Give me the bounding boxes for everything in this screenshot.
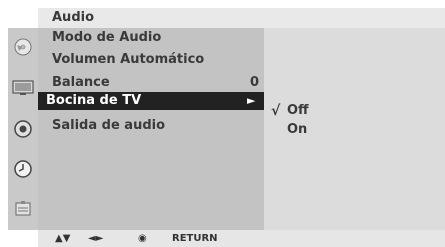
clock-icon[interactable] xyxy=(12,158,34,180)
lock-icon[interactable] xyxy=(12,198,34,220)
up-down-arrows-icon: ▲▼ xyxy=(55,233,71,244)
tv-screen-icon[interactable] xyxy=(12,77,34,99)
menu-item-volumen-automatico[interactable]: Volumen Automático xyxy=(52,51,204,68)
menu-item-bocina-de-tv[interactable]: Bocina de TV xyxy=(46,92,141,110)
option-off[interactable]: Off xyxy=(287,102,309,119)
menu-title: Audio xyxy=(52,10,95,25)
menu-item-salida-de-audio[interactable]: Salida de audio xyxy=(52,117,165,134)
audio-disc-icon[interactable] xyxy=(12,36,34,58)
balance-value: 0 xyxy=(249,75,259,90)
left-right-arrows-icon: ◄► xyxy=(88,233,104,244)
title-bar xyxy=(38,8,445,28)
sound-circle-icon[interactable] xyxy=(12,118,34,140)
option-on[interactable]: On xyxy=(287,121,307,138)
submenu-arrow-icon: ► xyxy=(247,94,256,107)
category-icon-column xyxy=(8,28,38,230)
menu-item-modo-de-audio[interactable]: Modo de Audio xyxy=(52,29,161,46)
tv-osd-screen: Audio Modo de Audio Volumen Automático B… xyxy=(0,0,445,247)
return-label: RETURN xyxy=(172,233,218,244)
check-mark-icon: √ xyxy=(271,103,281,119)
menu-item-balance[interactable]: Balance xyxy=(52,74,110,91)
ok-button-icon: ◉ xyxy=(138,233,147,244)
